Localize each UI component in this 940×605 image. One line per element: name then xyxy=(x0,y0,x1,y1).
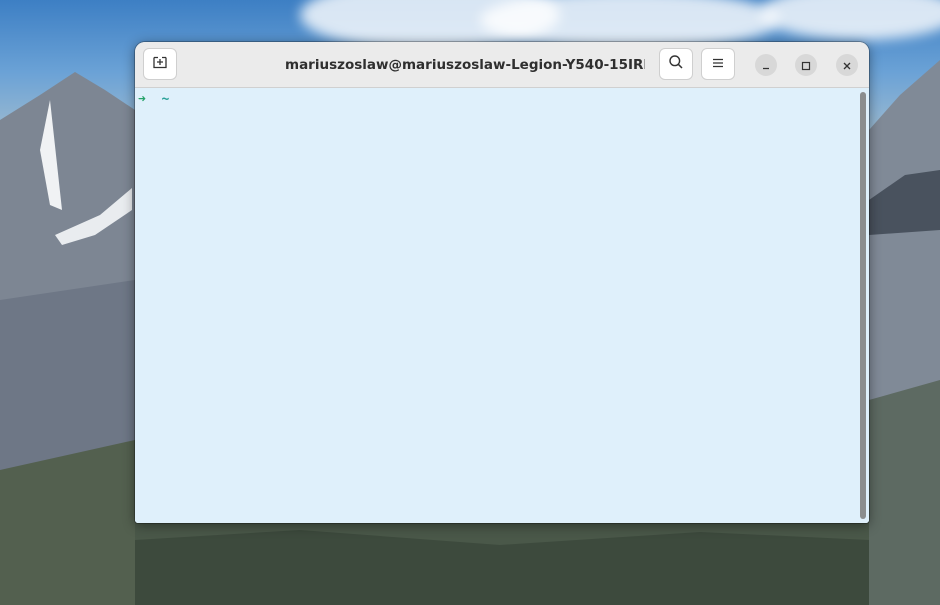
desktop-background: mariuszoslaw@mariuszoslaw-Legion-Y540-15… xyxy=(0,0,940,605)
close-icon xyxy=(842,56,852,75)
menu-button[interactable] xyxy=(701,48,735,80)
scrollbar[interactable] xyxy=(860,92,866,519)
terminal-area[interactable]: ➜ ~ xyxy=(135,88,869,523)
maximize-icon xyxy=(801,56,811,75)
close-button[interactable] xyxy=(836,54,858,76)
window-title: mariuszoslaw@mariuszoslaw-Legion-Y540-15… xyxy=(285,57,645,73)
search-icon xyxy=(668,54,684,74)
terminal-window: mariuszoslaw@mariuszoslaw-Legion-Y540-15… xyxy=(135,42,869,523)
minimize-button[interactable] xyxy=(755,54,777,76)
title-bar[interactable]: mariuszoslaw@mariuszoslaw-Legion-Y540-15… xyxy=(135,42,869,88)
minimize-icon xyxy=(761,56,771,75)
search-button[interactable] xyxy=(659,48,693,80)
maximize-button[interactable] xyxy=(795,54,817,76)
prompt-arrow-icon: ➜ xyxy=(138,92,146,107)
new-tab-icon xyxy=(152,54,168,74)
new-tab-button[interactable] xyxy=(143,48,177,80)
current-directory: ~ xyxy=(161,92,170,107)
hamburger-menu-icon xyxy=(711,55,725,74)
shell-prompt: ➜ ~ xyxy=(138,92,169,107)
